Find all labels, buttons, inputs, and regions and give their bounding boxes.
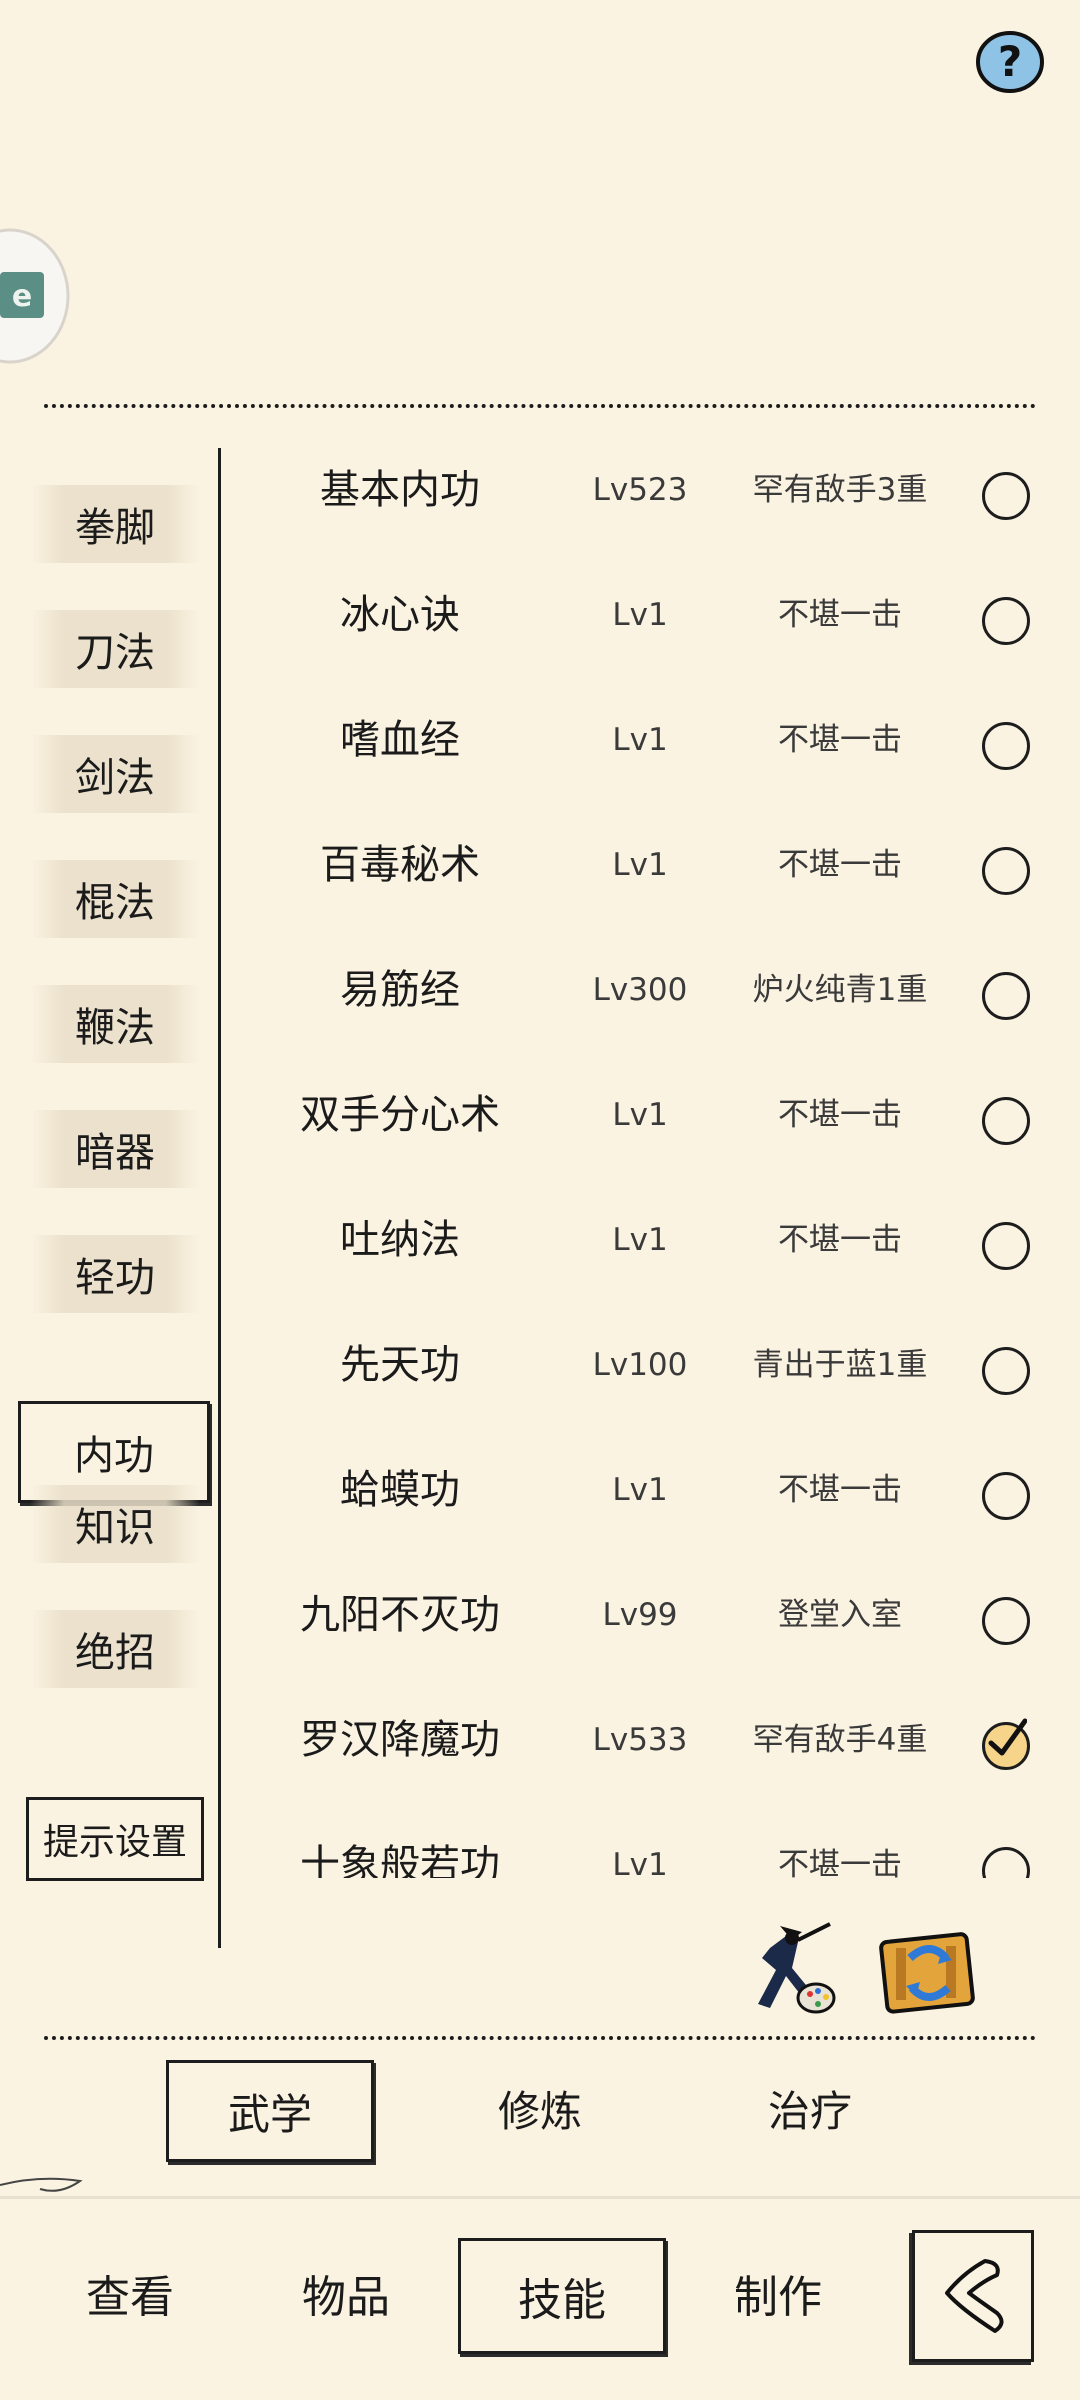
skill-level: Lv533 xyxy=(592,1722,688,1758)
skill-row[interactable]: 九阳不灭功 Lv99 登堂入室 xyxy=(240,1573,1060,1698)
tab-xiulian[interactable]: 修炼 xyxy=(440,2060,640,2156)
help-button[interactable]: ? xyxy=(975,30,1045,94)
skill-level: Lv1 xyxy=(612,1097,668,1133)
skill-rank: 不堪一击 xyxy=(778,597,902,633)
swap-button[interactable] xyxy=(876,1928,984,2020)
skill-select-radio[interactable] xyxy=(982,722,1030,770)
skill-name: 先天功 xyxy=(340,1342,460,1388)
category-juezhao[interactable]: 绝招 xyxy=(30,1610,200,1688)
skill-select-radio[interactable] xyxy=(982,597,1030,645)
nav-craft[interactable]: 制作 xyxy=(688,2238,868,2348)
skill-select-radio[interactable] xyxy=(982,1347,1030,1395)
skill-rank: 罕有敌手4重 xyxy=(752,1722,928,1758)
skill-select-radio[interactable] xyxy=(982,1847,1030,1878)
tab-zhiliao[interactable]: 治疗 xyxy=(710,2060,910,2156)
skill-row[interactable]: 先天功 Lv100 青出于蓝1重 xyxy=(240,1323,1060,1448)
divider-bottom xyxy=(44,2036,1036,2040)
skill-name: 吐纳法 xyxy=(340,1217,460,1263)
skill-select-radio[interactable] xyxy=(982,847,1030,895)
skill-name: 嗜血经 xyxy=(340,717,460,763)
skill-select-radio-checked[interactable] xyxy=(982,1718,1030,1770)
swap-scroll-icon xyxy=(879,1932,975,2014)
skill-select-radio[interactable] xyxy=(982,972,1030,1020)
skill-select-radio[interactable] xyxy=(982,1097,1030,1145)
decorative-curl xyxy=(0,2177,83,2192)
skill-level: Lv1 xyxy=(612,1222,668,1258)
nav-skills[interactable]: 技能 xyxy=(458,2238,666,2354)
category-anqi[interactable]: 暗器 xyxy=(30,1110,200,1188)
skill-name: 百毒秘术 xyxy=(320,842,480,888)
category-jianfa[interactable]: 剑法 xyxy=(30,735,200,813)
skill-rank: 不堪一击 xyxy=(778,1097,902,1133)
skill-select-radio[interactable] xyxy=(982,1472,1030,1520)
skill-row[interactable]: 双手分心术 Lv1 不堪一击 xyxy=(240,1073,1060,1198)
skill-name: 十象般若功 xyxy=(300,1842,500,1878)
skill-rank: 不堪一击 xyxy=(778,722,902,758)
skill-rank: 不堪一击 xyxy=(778,1847,902,1878)
category-bianfa[interactable]: 鞭法 xyxy=(30,985,200,1063)
nav-view[interactable]: 查看 xyxy=(40,2238,220,2348)
skill-select-radio[interactable] xyxy=(982,1597,1030,1645)
skill-level: Lv300 xyxy=(592,972,688,1008)
skill-row[interactable]: 基本内功 Lv523 罕有敌手3重 xyxy=(240,448,1060,573)
checkmark-icon xyxy=(988,1718,1027,1756)
skill-row[interactable]: 嗜血经 Lv1 不堪一击 xyxy=(240,698,1060,823)
category-daofa[interactable]: 刀法 xyxy=(30,610,200,688)
nav-items[interactable]: 物品 xyxy=(256,2238,436,2348)
skill-select-radio[interactable] xyxy=(982,472,1030,520)
skill-row[interactable]: 吐纳法 Lv1 不堪一击 xyxy=(240,1198,1060,1323)
bottom-separator xyxy=(0,2196,1080,2199)
list-divider xyxy=(218,448,221,1948)
skill-level: Lv1 xyxy=(612,1847,668,1878)
svg-text:?: ? xyxy=(998,37,1022,86)
skill-rank: 不堪一击 xyxy=(778,1222,902,1258)
skill-name: 双手分心术 xyxy=(300,1092,500,1138)
category-gunfa[interactable]: 棍法 xyxy=(30,860,200,938)
skill-name: 易筋经 xyxy=(340,967,460,1013)
category-qinggong[interactable]: 轻功 xyxy=(30,1235,200,1313)
skill-select-radio[interactable] xyxy=(982,1222,1030,1270)
skill-level: Lv99 xyxy=(602,1597,678,1633)
art-button[interactable] xyxy=(740,1918,840,2018)
category-quanjiao[interactable]: 拳脚 xyxy=(30,485,200,563)
skill-name: 基本内功 xyxy=(320,467,480,513)
back-arrow-icon xyxy=(945,2259,1004,2333)
skill-rank: 不堪一击 xyxy=(778,1472,902,1508)
skill-name: 蛤蟆功 xyxy=(340,1467,460,1513)
question-circle-icon: ? xyxy=(976,31,1044,93)
category-zhishi[interactable]: 知识 xyxy=(30,1485,200,1563)
skill-level: Lv1 xyxy=(612,847,668,883)
skill-name: 罗汉降魔功 xyxy=(300,1717,500,1763)
back-button[interactable] xyxy=(912,2230,1034,2362)
skill-level: Lv523 xyxy=(592,472,688,508)
skill-rank: 青出于蓝1重 xyxy=(752,1347,928,1383)
skill-rank: 登堂入室 xyxy=(778,1597,902,1633)
skill-name: 九阳不灭功 xyxy=(300,1592,500,1638)
skill-level: Lv1 xyxy=(612,597,668,633)
skill-row[interactable]: 十象般若功 Lv1 不堪一击 xyxy=(240,1823,1060,1878)
svg-text:e: e xyxy=(12,279,32,314)
divider-top xyxy=(44,404,1036,408)
skill-level: Lv100 xyxy=(592,1347,688,1383)
skill-row[interactable]: 冰心诀 Lv1 不堪一击 xyxy=(240,573,1060,698)
skill-rank: 罕有敌手3重 xyxy=(752,472,928,508)
app-badge-icon: e xyxy=(0,228,70,364)
skill-rank: 不堪一击 xyxy=(778,847,902,883)
tab-wuxue[interactable]: 武学 xyxy=(166,2060,374,2162)
skill-name: 冰心诀 xyxy=(340,592,460,638)
skill-level: Lv1 xyxy=(612,722,668,758)
skill-row[interactable]: 易筋经 Lv300 炉火纯青1重 xyxy=(240,948,1060,1073)
warrior-palette-icon xyxy=(758,1922,836,2014)
skill-row[interactable]: 罗汉降魔功 Lv533 罕有敌手4重 xyxy=(240,1698,1060,1823)
floating-app-badge[interactable]: e xyxy=(0,226,70,366)
skill-list[interactable]: 基本内功 Lv523 罕有敌手3重 冰心诀 Lv1 不堪一击 嗜血经 Lv1 不… xyxy=(240,448,1060,1878)
skill-rank: 炉火纯青1重 xyxy=(752,972,928,1008)
hint-settings-button[interactable]: 提示设置 xyxy=(26,1797,204,1881)
skill-level: Lv1 xyxy=(612,1472,668,1508)
skill-row[interactable]: 蛤蟆功 Lv1 不堪一击 xyxy=(240,1448,1060,1573)
skill-row[interactable]: 百毒秘术 Lv1 不堪一击 xyxy=(240,823,1060,948)
